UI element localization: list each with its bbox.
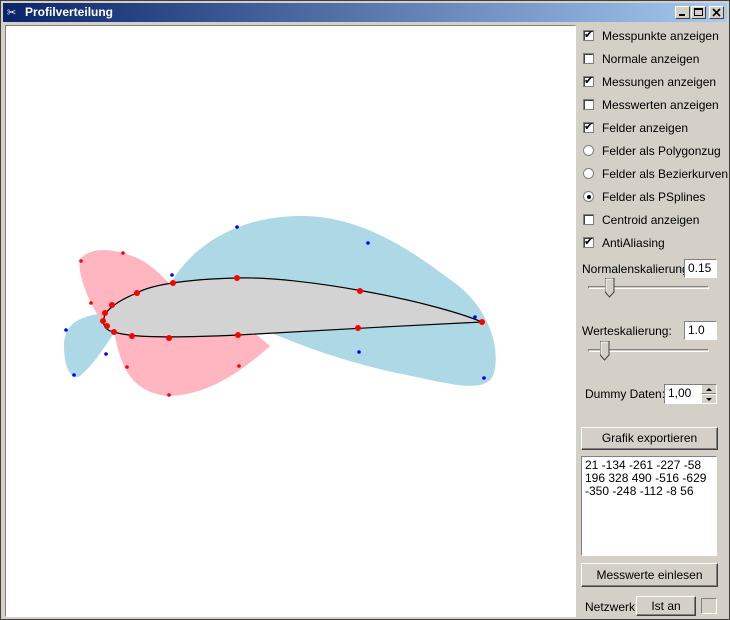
control-point — [237, 364, 241, 368]
option-label: Messpunkte anzeigen — [602, 29, 719, 43]
control-point — [125, 365, 129, 369]
checkmark-icon: ✔ — [584, 120, 594, 133]
radio-button[interactable] — [583, 145, 594, 156]
value-scale-input[interactable]: 1.0 — [684, 321, 717, 340]
measure-point — [104, 323, 110, 329]
radio-button[interactable] — [583, 168, 594, 179]
close-button[interactable] — [709, 6, 724, 19]
normal-scale-label: Normalenskalierung: — [582, 262, 693, 276]
normal-scale-slider[interactable] — [605, 278, 615, 298]
spinner-up-button[interactable] — [701, 385, 716, 394]
control-point — [473, 315, 477, 319]
read-values-button[interactable]: Messwerte einlesen — [581, 563, 718, 587]
value-scale-label: Werteskalierung: — [582, 324, 672, 338]
arrow-down-icon — [706, 398, 712, 401]
measure-point — [234, 275, 240, 281]
normal-scale-input[interactable]: 0.15 — [684, 259, 717, 278]
app-icon: ✂ — [7, 6, 17, 19]
value-scale-slider[interactable] — [600, 341, 610, 361]
control-point — [104, 352, 108, 356]
control-point — [72, 373, 76, 377]
option-label: Felder anzeigen — [602, 121, 689, 135]
option-label: Messungen anzeigen — [602, 75, 717, 89]
control-point — [79, 259, 83, 263]
option-label: Felder als Bezierkurven — [602, 167, 729, 181]
measure-point — [357, 288, 363, 294]
dummy-data-value: 1,00 — [668, 386, 692, 400]
control-point — [167, 393, 171, 397]
control-point — [121, 251, 125, 255]
option-label: Messwerten anzeigen — [602, 98, 719, 112]
checkbox[interactable] — [583, 53, 594, 64]
control-point — [357, 350, 361, 354]
control-point — [64, 328, 68, 332]
checkbox[interactable] — [583, 214, 594, 225]
measure-point — [170, 280, 176, 286]
measure-point — [166, 335, 172, 341]
network-checkbox[interactable] — [701, 598, 717, 614]
profile-plot — [64, 216, 496, 397]
main-window: ✂ Profilverteilung ✔ Messpunkte anzeigen… — [0, 0, 730, 620]
control-point — [482, 376, 486, 380]
window-title: Profilverteilung — [25, 5, 114, 19]
negative-field-lower — [114, 331, 270, 396]
option-label: Felder als Polygonzug — [602, 144, 721, 158]
measurements-textarea[interactable]: 21 -134 -261 -227 -58 196 328 490 -516 -… — [581, 456, 717, 556]
radio-button[interactable] — [583, 191, 594, 202]
minimize-button[interactable] — [675, 6, 690, 19]
measure-point — [355, 325, 361, 331]
option-label: AntiAliasing — [602, 236, 665, 250]
checkmark-icon: ✔ — [584, 74, 594, 87]
measure-point — [111, 329, 117, 335]
close-icon — [712, 8, 721, 17]
network-status-button[interactable]: Ist an — [636, 596, 696, 616]
dummy-data-spinner[interactable]: 1,00 — [664, 384, 717, 404]
checkmark-icon: ✔ — [584, 28, 594, 41]
spinner-down-button[interactable] — [701, 394, 716, 403]
profile-canvas[interactable] — [5, 25, 576, 617]
control-point — [366, 241, 370, 245]
checkbox[interactable] — [583, 99, 594, 110]
option-label: Centroid anzeigen — [602, 213, 700, 227]
title-bar[interactable]: ✂ Profilverteilung — [3, 3, 727, 22]
measure-point — [109, 302, 115, 308]
control-point — [170, 273, 174, 277]
minimize-icon — [679, 14, 685, 16]
checkbox[interactable]: ✔ — [583, 235, 594, 248]
export-graphic-button[interactable]: Grafik exportieren — [581, 427, 718, 450]
measure-point — [102, 310, 108, 316]
radio-dot-icon — [587, 195, 591, 199]
arrow-up-icon — [706, 388, 712, 391]
measure-point — [100, 318, 106, 324]
measure-point — [134, 290, 140, 296]
dummy-data-label: Dummy Daten: — [585, 387, 666, 401]
measure-point — [235, 332, 241, 338]
maximize-button[interactable] — [691, 6, 706, 19]
checkbox[interactable]: ✔ — [583, 120, 594, 133]
checkbox[interactable]: ✔ — [583, 28, 594, 41]
network-label: Netzwerk: — [585, 600, 639, 614]
maximize-icon — [694, 8, 703, 16]
checkmark-icon: ✔ — [584, 235, 594, 248]
control-point — [89, 301, 93, 305]
option-label: Felder als PSplines — [602, 190, 706, 204]
control-point — [235, 225, 239, 229]
measure-point — [479, 319, 485, 325]
checkbox[interactable]: ✔ — [583, 74, 594, 87]
option-label: Normale anzeigen — [602, 52, 700, 66]
measure-point — [129, 333, 135, 339]
